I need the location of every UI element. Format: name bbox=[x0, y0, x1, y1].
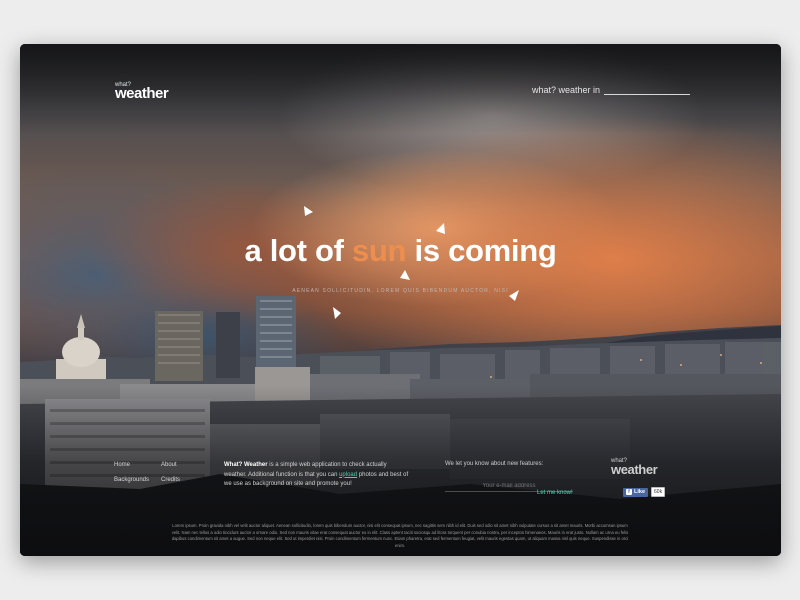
city-search-input[interactable] bbox=[604, 84, 691, 95]
decor-triangle-icon bbox=[400, 270, 410, 280]
decor-triangle-icon bbox=[333, 307, 341, 319]
hero-headline: a lot of sun is coming bbox=[20, 233, 781, 269]
upload-link[interactable]: upload bbox=[339, 472, 357, 478]
facebook-like-button[interactable]: f Like bbox=[623, 487, 649, 497]
logo-name-text: weather bbox=[115, 85, 169, 102]
headline-highlight: sun bbox=[351, 233, 407, 268]
footer-link-backgrounds[interactable]: Backgrounds bbox=[114, 477, 149, 483]
footer-link-home[interactable]: Home bbox=[114, 462, 130, 468]
decor-triangle-icon bbox=[436, 223, 445, 234]
footer-legal-text: Lorem ipsum. Proin gravida nibh vel veli… bbox=[171, 523, 629, 548]
decor-triangle-icon bbox=[304, 206, 313, 216]
facebook-icon: f bbox=[626, 489, 632, 495]
footer-link-credits[interactable]: Credits bbox=[161, 477, 180, 483]
about-brand: What? Weather bbox=[224, 462, 268, 468]
footer-link-about[interactable]: About bbox=[161, 462, 177, 468]
hero-subtitle: AENEAN SOLLICITUDIN, LOREM QUIS BIBENDUM… bbox=[292, 288, 509, 294]
city-search: what? weather in bbox=[532, 84, 691, 95]
newsletter-submit-link[interactable]: Let me know! bbox=[537, 490, 573, 496]
footer-logo-name-text: weather bbox=[611, 462, 658, 477]
decor-triangle-icon bbox=[509, 290, 519, 301]
newsletter-label: We let you know about new features: bbox=[445, 461, 544, 467]
headline-before: a lot of bbox=[244, 233, 352, 268]
facebook-like-count: 60k bbox=[651, 487, 666, 497]
about-text: What? Weather is a simple web applicatio… bbox=[224, 461, 410, 490]
app-window: what? weather what? weather in a lot of … bbox=[20, 44, 781, 556]
facebook-like-widget: f Like 60k bbox=[623, 487, 666, 497]
search-label: what? weather in bbox=[532, 85, 601, 95]
headline-after: is coming bbox=[406, 233, 557, 268]
facebook-like-label: Like bbox=[634, 488, 646, 495]
